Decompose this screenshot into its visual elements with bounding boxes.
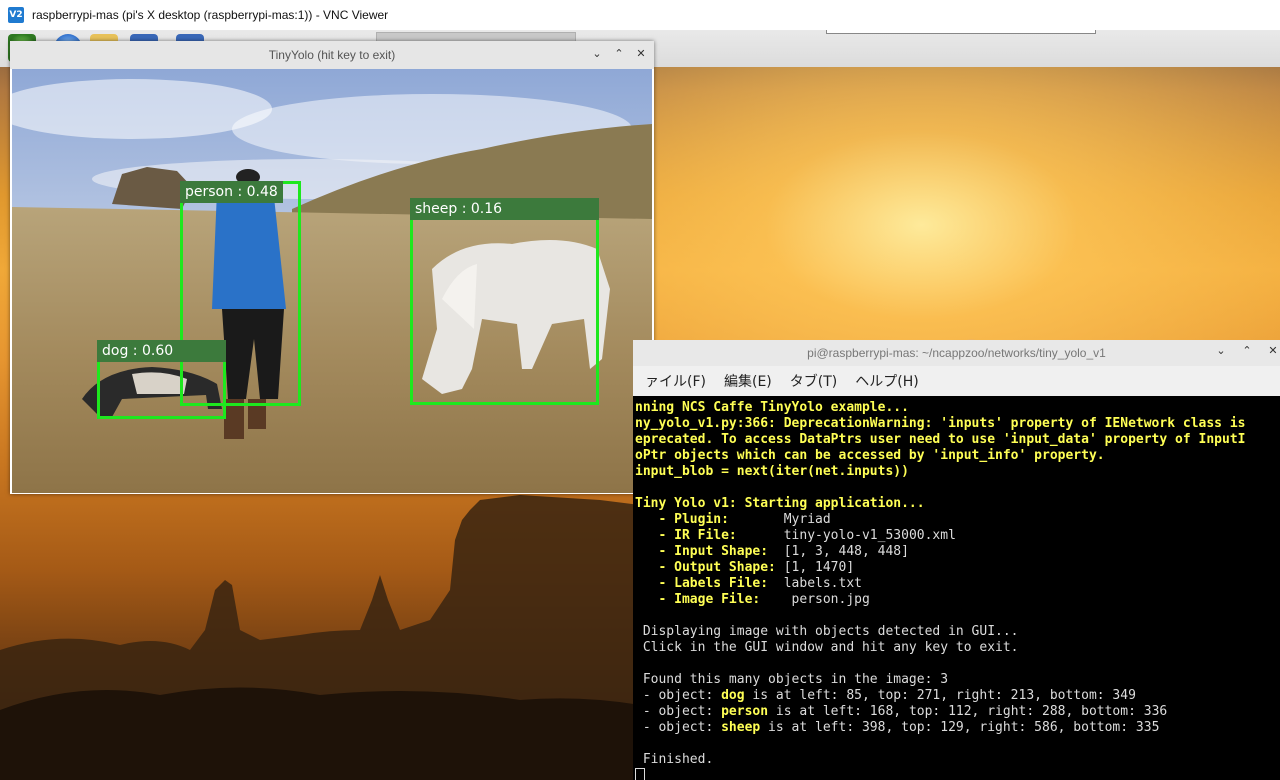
param-key: - Input Shape: <box>635 544 784 559</box>
sheep-detection-label: sheep : 0.16 <box>410 198 599 220</box>
param-value: person.jpg <box>783 592 870 607</box>
person-detection-label: person : 0.48 <box>180 181 283 203</box>
param-key: - IR File: <box>635 528 784 543</box>
terminal-line: input_blob = next(iter(net.inputs)) <box>635 464 909 479</box>
object-coords: is at left: 85, top: 271, right: 213, bo… <box>744 688 1136 703</box>
pagoda-silhouette <box>0 495 640 780</box>
close-icon[interactable]: ✕ <box>1266 344 1280 358</box>
object-prefix: - object: <box>635 688 722 703</box>
param-value: [1, 1470] <box>783 560 855 575</box>
terminal-title: pi@raspberrypi-mas: ~/ncappzoo/networks/… <box>807 346 1106 360</box>
object-prefix: - object: <box>635 704 722 719</box>
terminal-line: Displaying image with objects detected i… <box>635 624 1019 639</box>
vnc-titlebar: V2 raspberrypi-mas (pi's X desktop (rasp… <box>0 0 1280 31</box>
object-name: sheep <box>721 720 761 735</box>
terminal-line: Click in the GUI window and hit any key … <box>635 640 1019 655</box>
object-coords: is at left: 168, top: 112, right: 288, b… <box>768 704 1168 719</box>
param-key: - Labels File: <box>635 576 784 591</box>
terminal-cursor <box>635 768 645 780</box>
finished-line: Finished. <box>635 752 714 767</box>
vnc-viewer-icon: V2 <box>8 7 24 23</box>
dog-detection-label: dog : 0.60 <box>97 340 226 362</box>
object-prefix: - object: <box>635 720 722 735</box>
terminal-line: oPtr objects which can be accessed by 'i… <box>635 448 1105 463</box>
terminal-line: nning NCS Caffe TinyYolo example... <box>635 400 909 415</box>
maximize-icon[interactable]: ⌃ <box>1240 344 1254 358</box>
param-value: tiny-yolo-v1_53000.xml <box>783 528 956 543</box>
tinyyolo-window[interactable]: TinyYolo (hit key to exit) ⌄ ⌃ ✕ person … <box>10 41 654 494</box>
maximize-icon[interactable]: ⌃ <box>612 47 626 61</box>
terminal-text: nning NCS Caffe TinyYolo example... ny_y… <box>635 400 1245 780</box>
param-key: - Output Shape: <box>635 560 784 575</box>
vnc-window-title: raspberrypi-mas (pi's X desktop (raspber… <box>32 8 389 22</box>
dog-bounding-box: dog : 0.60 <box>97 340 226 419</box>
terminal-window[interactable]: pi@raspberrypi-mas: ~/ncappzoo/networks/… <box>633 340 1280 780</box>
param-value: Myriad <box>783 512 831 527</box>
tinyyolo-titlebar[interactable]: TinyYolo (hit key to exit) ⌄ ⌃ ✕ <box>10 41 654 69</box>
minimize-icon[interactable]: ⌄ <box>1214 344 1228 358</box>
param-key: - Plugin: <box>635 512 784 527</box>
menu-tabs[interactable]: タブ(T) <box>790 371 837 391</box>
terminal-titlebar[interactable]: pi@raspberrypi-mas: ~/ncappzoo/networks/… <box>633 340 1280 366</box>
tinyyolo-title: TinyYolo (hit key to exit) <box>268 48 396 62</box>
menu-file[interactable]: ァイル(F) <box>645 371 706 391</box>
menu-help[interactable]: ヘルプ(H) <box>855 371 918 391</box>
param-value: [1, 3, 448, 448] <box>783 544 909 559</box>
object-name: dog <box>721 688 745 703</box>
close-icon[interactable]: ✕ <box>634 47 648 61</box>
param-key: - Image File: <box>635 592 784 607</box>
sheep-bounding-box: sheep : 0.16 <box>410 198 599 405</box>
detection-image[interactable]: person : 0.48 sheep : 0.16 dog : 0.60 <box>12 69 652 493</box>
found-count-line: Found this many objects in the image: 3 <box>635 672 949 687</box>
panel-widget <box>826 30 1096 34</box>
object-name: person <box>721 704 769 719</box>
terminal-header: Tiny Yolo v1: Starting application... <box>635 496 925 511</box>
param-value: labels.txt <box>783 576 862 591</box>
minimize-icon[interactable]: ⌄ <box>590 47 604 61</box>
terminal-line: eprecated. To access DataPtrs user need … <box>635 432 1246 447</box>
terminal-line: ny_yolo_v1.py:366: DeprecationWarning: '… <box>635 416 1246 431</box>
terminal-menubar: ァイル(F) 編集(E) タブ(T) ヘルプ(H) <box>633 366 1280 396</box>
menu-edit[interactable]: 編集(E) <box>724 371 772 391</box>
object-coords: is at left: 398, top: 129, right: 586, b… <box>760 720 1160 735</box>
terminal-output[interactable]: nning NCS Caffe TinyYolo example... ny_y… <box>633 396 1280 780</box>
